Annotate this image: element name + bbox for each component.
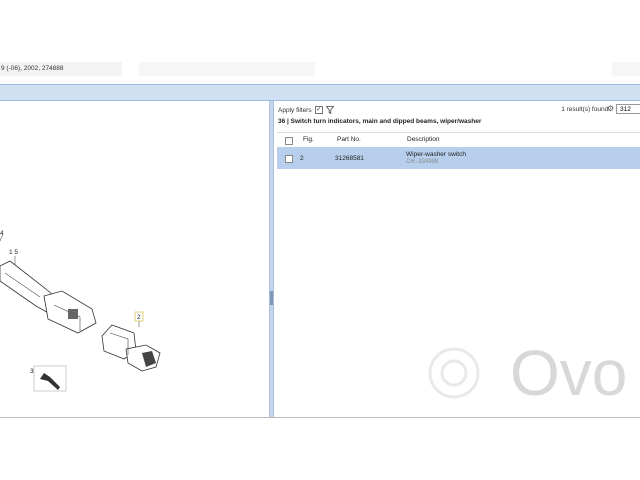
table-row[interactable]: 2 31268581 Wiper-washer switch CH -33499… [277, 147, 640, 169]
callout-3[interactable]: 3 [30, 368, 34, 375]
parts-list-pane: Apply filters ✓ 1 result(s) found. ⚙ 312… [274, 101, 640, 417]
section-title: 36 | Switch turn indicators, main and di… [278, 118, 482, 125]
header-fig[interactable]: Fig. [303, 136, 314, 143]
row-fig: 2 [300, 155, 304, 162]
parts-diagram: 4 1 5 2 3 [0, 230, 161, 392]
filter-icon[interactable] [325, 106, 334, 114]
callout-1-5[interactable]: 1 5 [9, 249, 18, 256]
toolbar-bar [0, 84, 640, 101]
select-all-checkbox[interactable] [285, 137, 293, 145]
vehicle-info: 9 (-06), 2002, 274888 [0, 62, 122, 76]
table-header: Fig. Part No. Description [277, 132, 640, 148]
apply-filters-label: Apply filters [278, 106, 312, 114]
callout-2[interactable]: 2 [137, 314, 141, 321]
splitter-grip[interactable] [270, 291, 273, 305]
top-area: 9 (-06), 2002, 274888 [0, 0, 640, 84]
row-checkbox[interactable] [285, 155, 293, 163]
row-part-no: 31268581 [335, 155, 364, 162]
header-part-no[interactable]: Part No. [337, 136, 361, 143]
diagram-pane: 4 1 5 2 3 [0, 101, 269, 417]
header-description[interactable]: Description [407, 136, 440, 143]
watermark-text: Ovo [510, 337, 627, 409]
callout-4[interactable]: 4 [0, 230, 4, 237]
settings-gear-icon[interactable]: ⚙ [607, 104, 614, 113]
watermark-logo-inner [440, 359, 468, 387]
row-description: Wiper-washer switch [406, 151, 466, 158]
housing-connector [68, 309, 78, 319]
apply-filters[interactable]: Apply filters ✓ [278, 106, 334, 114]
results-count: 1 result(s) found. [561, 106, 610, 113]
search-field[interactable] [139, 62, 315, 76]
apply-filters-checkbox[interactable]: ✓ [314, 106, 323, 114]
toolbar-field[interactable] [612, 62, 640, 76]
watermark-logo-icon [428, 347, 480, 399]
bottom-border [0, 417, 640, 418]
wiper-switch-knob [125, 344, 161, 372]
part-search-input[interactable]: 312 [616, 104, 640, 114]
row-description-sub: CH -334998 [406, 159, 439, 165]
